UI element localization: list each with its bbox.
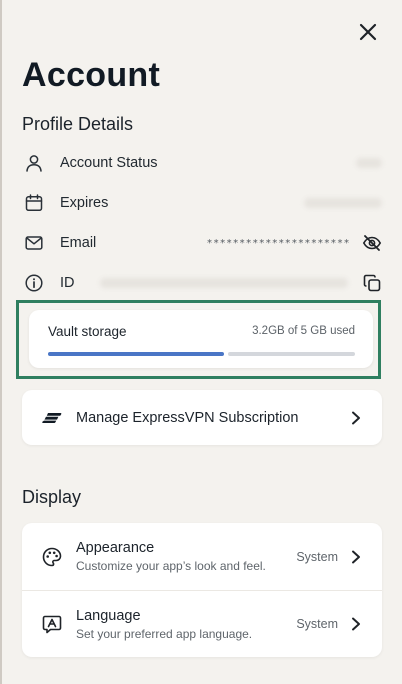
id-label: ID <box>60 275 75 291</box>
manage-subscription-button[interactable]: Manage ExpressVPN Subscription <box>22 390 382 445</box>
expires-value-redacted <box>304 198 382 208</box>
language-text: Language Set your preferred app language… <box>76 608 252 641</box>
expressvpn-logo-icon <box>40 406 64 430</box>
account-status-value-redacted <box>356 158 382 168</box>
vault-storage-progress-track <box>228 352 355 356</box>
language-value: System <box>296 617 338 631</box>
email-row: Email ********************** <box>22 223 384 263</box>
close-button[interactable] <box>352 16 384 48</box>
id-row: ID <box>22 263 384 303</box>
manage-subscription-card: Manage ExpressVPN Subscription <box>22 390 382 445</box>
palette-icon <box>40 545 64 569</box>
vault-storage-card: Vault storage 3.2GB of 5 GB used <box>29 310 373 368</box>
account-status-row: Account Status <box>22 143 384 183</box>
language-title: Language <box>76 607 141 624</box>
email-masked-value: ********************** <box>206 237 350 249</box>
appearance-subtitle: Customize your app’s look and feel. <box>76 559 266 573</box>
eye-off-icon <box>362 235 382 251</box>
email-label: Email <box>60 235 97 251</box>
appearance-text: Appearance Customize your app’s look and… <box>76 540 266 573</box>
appearance-value: System <box>296 549 338 564</box>
manage-subscription-label: Manage ExpressVPN Subscription <box>76 409 299 426</box>
vault-storage-progress-fill <box>48 352 224 356</box>
close-icon <box>359 23 377 41</box>
vault-storage-label: Vault storage <box>48 324 127 339</box>
expires-label: Expires <box>60 195 109 211</box>
vault-storage-usage: 3.2GB of 5 GB used <box>252 325 355 337</box>
display-heading: Display <box>22 487 82 507</box>
mail-icon <box>22 231 46 255</box>
display-settings-card: Appearance Customize your app’s look and… <box>22 523 382 657</box>
page-title: Account <box>22 56 161 94</box>
account-panel: Account Profile Details Account Status E… <box>0 0 402 684</box>
panel-divider <box>0 0 2 684</box>
calendar-icon <box>22 191 46 215</box>
chevron-right-icon <box>348 549 364 565</box>
vault-storage-progress <box>48 352 355 356</box>
id-value-redacted <box>100 278 348 288</box>
reveal-email-button[interactable] <box>360 231 384 255</box>
account-status-label: Account Status <box>60 155 158 171</box>
copy-icon <box>363 274 381 292</box>
appearance-setting[interactable]: Appearance Customize your app’s look and… <box>22 523 382 590</box>
chevron-right-icon <box>348 616 364 632</box>
language-icon <box>40 612 64 636</box>
appearance-title: Appearance <box>76 540 155 556</box>
user-icon <box>22 151 46 175</box>
profile-details-heading: Profile Details <box>22 114 134 134</box>
expires-row: Expires <box>22 183 384 223</box>
language-subtitle: Set your preferred app language. <box>76 626 253 641</box>
copy-id-button[interactable] <box>360 271 384 295</box>
chevron-right-icon <box>348 410 364 426</box>
info-icon <box>22 271 46 295</box>
language-setting[interactable]: Language Set your preferred app language… <box>22 590 382 657</box>
